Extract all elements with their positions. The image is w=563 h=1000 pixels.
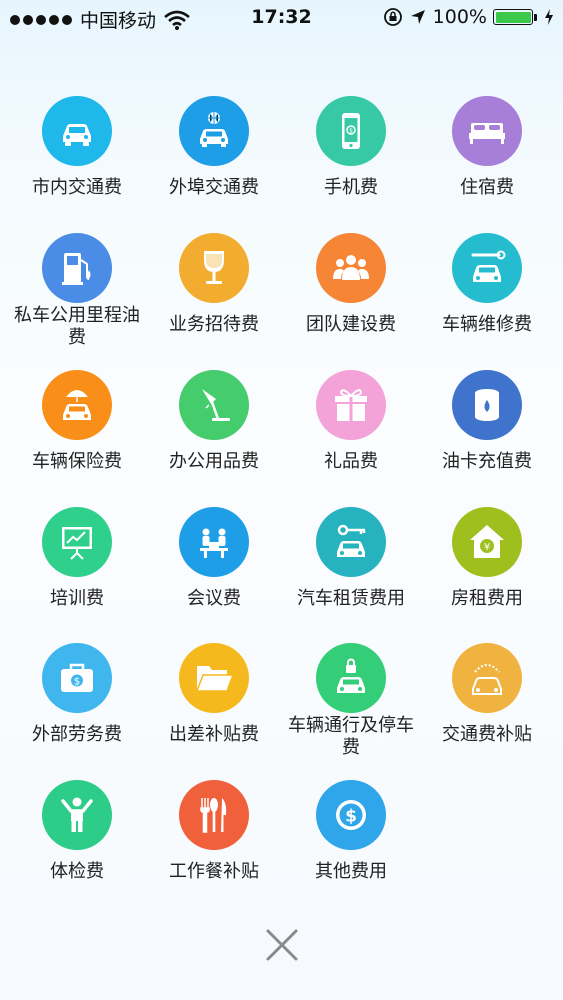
category-label: 工作餐补贴	[169, 861, 259, 882]
presentation-board-icon	[62, 527, 92, 560]
cutlery-icon	[200, 798, 227, 833]
category-icon-circle	[42, 370, 112, 440]
car-wrench-icon	[471, 250, 506, 282]
meeting-icon	[200, 528, 228, 558]
category-label: 体检费	[50, 861, 104, 882]
category-label: 外部劳务费	[32, 724, 122, 745]
category-icon-circle: $	[316, 96, 386, 166]
category-label: 房租费用	[451, 588, 523, 609]
category-label: 交通费补贴	[442, 724, 532, 745]
wine-glass-icon	[204, 251, 224, 284]
category-label: 会议费	[187, 588, 241, 609]
close-button[interactable]	[265, 928, 299, 962]
category-icon-circle	[316, 643, 386, 713]
gift-icon	[335, 389, 367, 421]
desk-lamp-icon	[202, 389, 230, 421]
category-label: 市内交通费	[32, 177, 122, 198]
car-globe-icon	[200, 112, 228, 147]
category-icon-circle	[179, 233, 249, 303]
category-label: 私车公用里程油费	[14, 305, 140, 348]
close-icon	[266, 929, 298, 961]
category-icon-circle	[179, 643, 249, 713]
category-label: 办公用品费	[169, 451, 259, 472]
svg-text:¥: ¥	[484, 542, 490, 553]
category-label: 汽车租赁费用	[297, 588, 405, 609]
svg-text:$: $	[345, 807, 357, 827]
car-sun-icon	[472, 664, 502, 695]
category-icon-circle	[179, 507, 249, 577]
category-label: 培训费	[50, 588, 104, 609]
category-label: 团队建设费	[306, 314, 396, 335]
folder-icon	[195, 666, 235, 692]
category-icon-circle: ¥	[452, 507, 522, 577]
category-icon-circle	[316, 507, 386, 577]
category-icon-circle	[179, 96, 249, 166]
category-icon-circle	[316, 370, 386, 440]
team-icon	[333, 255, 369, 280]
category-label: 其他费用	[315, 861, 387, 882]
category-icon-circle	[452, 233, 522, 303]
category-label: 外埠交通费	[169, 177, 259, 198]
briefcase-dollar-icon: $	[61, 663, 93, 692]
person-arms-up-icon	[61, 797, 93, 832]
oil-drum-icon	[475, 389, 499, 421]
category-label: 车辆保险费	[32, 451, 122, 472]
category-label: 出差补贴费	[169, 724, 259, 745]
category-icon-circle	[179, 370, 249, 440]
category-label: 礼品费	[324, 451, 378, 472]
category-label: 手机费	[324, 177, 378, 198]
category-label: 油卡充值费	[442, 451, 532, 472]
expense-category-grid: 市内交通费 外埠交通费 $ 手机费 住宿费私车公用里程油费 业务招待费 团队建设费 车辆维修费…	[0, 0, 563, 1000]
category-icon-circle	[179, 780, 249, 850]
category-icon-circle	[42, 233, 112, 303]
car-key-icon	[337, 524, 366, 557]
dollar-coin-icon: $	[336, 800, 366, 830]
mobile-phone-icon: $	[342, 113, 360, 149]
car-umbrella-icon	[63, 390, 91, 420]
category-icon-circle	[452, 96, 522, 166]
category-label: 车辆维修费	[442, 314, 532, 335]
car-lock-icon	[337, 658, 365, 693]
category-label: 车辆通行及停车费	[288, 715, 414, 758]
category-icon-circle	[452, 370, 522, 440]
house-yuan-icon: ¥	[470, 525, 504, 558]
category-icon-circle	[452, 643, 522, 713]
category-label: 业务招待费	[169, 314, 259, 335]
category-icon-circle	[316, 233, 386, 303]
category-icon-circle	[42, 96, 112, 166]
category-label: 住宿费	[460, 177, 514, 198]
fuel-pump-icon	[62, 253, 91, 285]
category-icon-circle: $	[42, 643, 112, 713]
category-icon-circle: $	[316, 780, 386, 850]
category-icon-circle	[42, 780, 112, 850]
bed-icon	[469, 123, 505, 144]
category-icon-circle	[42, 507, 112, 577]
svg-text:$: $	[74, 677, 80, 688]
svg-text:$: $	[349, 127, 353, 134]
car-icon	[63, 124, 91, 146]
